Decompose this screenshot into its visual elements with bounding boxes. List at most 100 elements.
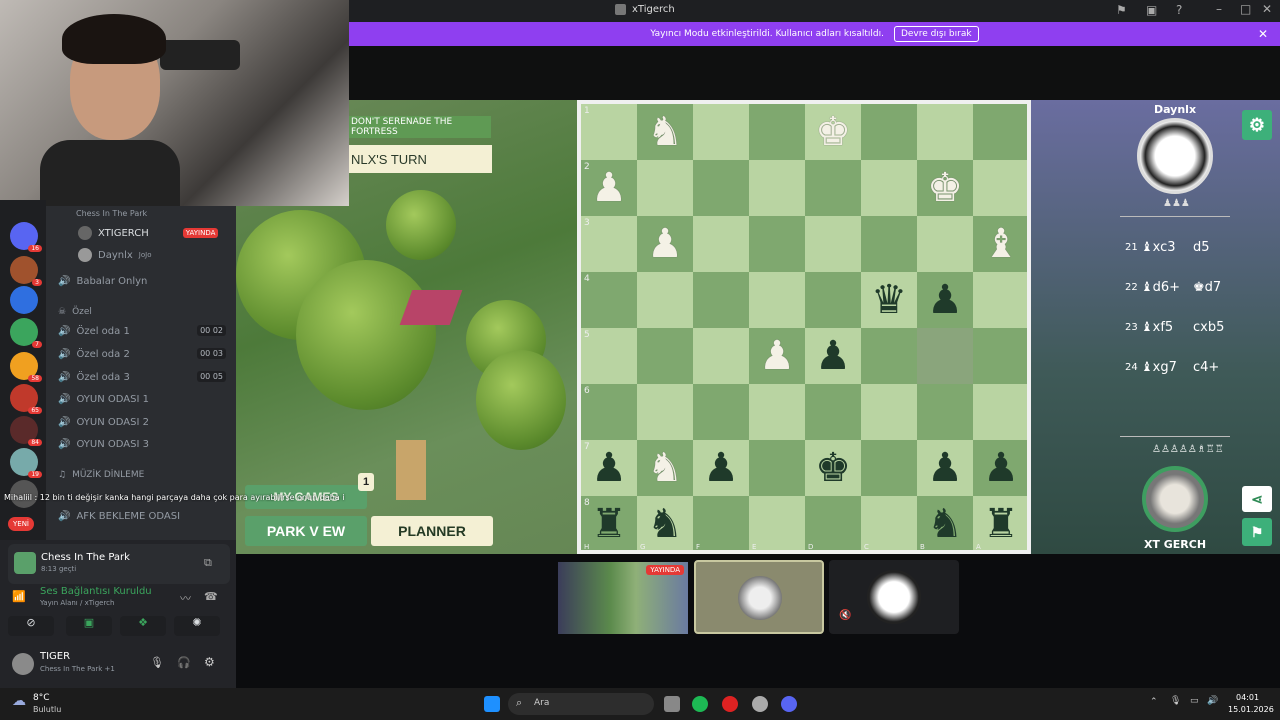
board-square[interactable]: G ♞ (637, 496, 693, 550)
server-icon[interactable]: 16 (10, 222, 42, 252)
board-square[interactable]: ♚ (805, 440, 861, 496)
popout-icon[interactable]: ⧉ (204, 556, 212, 570)
voice-channel[interactable]: 🔊 Özel oda 3 (58, 368, 130, 386)
board-square[interactable] (693, 160, 749, 216)
black-pawn-piece[interactable]: ♟ (703, 448, 739, 488)
stream-thumbnail[interactable]: YAYINDA (558, 562, 688, 634)
white-knight-piece[interactable]: ♞ (647, 112, 683, 152)
board-square[interactable] (917, 384, 973, 440)
board-square[interactable]: ♞ (637, 104, 693, 160)
help-icon[interactable]: ? (1176, 3, 1182, 17)
board-square[interactable]: A ♜ (973, 496, 1027, 550)
board-square[interactable]: ♚ (917, 160, 973, 216)
voice-channel[interactable]: 🔊 Babalar Onlyn (58, 272, 147, 290)
board-square[interactable] (973, 384, 1027, 440)
voice-channel[interactable]: 🔊 Özel oda 2 (58, 345, 130, 363)
board-square[interactable] (861, 104, 917, 160)
board-square[interactable] (749, 272, 805, 328)
white-pawn-piece[interactable]: ♟ (759, 336, 795, 376)
server-icon[interactable]: 3 (10, 256, 42, 286)
board-square[interactable]: 6 (581, 384, 637, 440)
server-icon[interactable]: 84 (10, 416, 42, 446)
settings-icon[interactable]: ⚙ (1242, 110, 1272, 140)
black-knight-piece[interactable]: ♞ (927, 504, 963, 544)
maximize-button[interactable]: □ (1240, 2, 1251, 16)
discord-icon[interactable] (781, 696, 797, 712)
white-pawn-piece[interactable]: ♟ (647, 224, 683, 264)
board-square[interactable]: 4 (581, 272, 637, 328)
board-square[interactable]: ♟ (637, 216, 693, 272)
board-square[interactable]: ♟ (917, 440, 973, 496)
weather-temp[interactable]: 8°C (33, 693, 50, 703)
board-square[interactable]: B ♞ (917, 496, 973, 550)
board-square[interactable]: 2 ♟ (581, 160, 637, 216)
black-knight-piece[interactable]: ♞ (647, 504, 683, 544)
board-square[interactable] (861, 160, 917, 216)
volume-icon[interactable]: 🔊 (1207, 696, 1218, 706)
gear-icon[interactable]: ⚙ (204, 655, 215, 669)
board-square[interactable] (637, 328, 693, 384)
board-square[interactable]: 5 (581, 328, 637, 384)
board-square[interactable]: ♝ (973, 216, 1027, 272)
disconnect-icon[interactable]: ☎ (204, 590, 218, 603)
spotify-icon[interactable] (692, 696, 708, 712)
opera-icon[interactable] (722, 696, 738, 712)
board-square[interactable] (805, 216, 861, 272)
board-square[interactable] (749, 216, 805, 272)
headphones-icon[interactable]: 🎧 (177, 656, 191, 669)
white-bishop-piece[interactable]: ♝ (983, 224, 1019, 264)
board-square[interactable] (861, 440, 917, 496)
board-square[interactable]: ♟ (805, 328, 861, 384)
board-square[interactable]: 1 (581, 104, 637, 160)
white-king-piece[interactable]: ♚ (815, 112, 851, 152)
server-icon[interactable]: 58 (10, 352, 42, 382)
board-square[interactable]: ♛ (861, 272, 917, 328)
board-square[interactable] (917, 104, 973, 160)
board-square[interactable]: 7 ♟ (581, 440, 637, 496)
activities-icon[interactable]: ❖ (120, 616, 166, 636)
banner-close-icon[interactable]: ✕ (1258, 27, 1268, 41)
disable-streamer-mode-button[interactable]: Devre dışı bırak (893, 26, 979, 42)
minimize-button[interactable]: – (1216, 2, 1222, 16)
board-square[interactable] (917, 216, 973, 272)
screenshare-icon[interactable]: ▣ (66, 616, 112, 636)
board-grid[interactable]: 1 ♞ ♚ 2 ♟ ♚ 3 ♟ ♝ 4 ♛ ♟ 5 ♟ ♟ 6 7 ♟ ♞ ♟ ♚ ♟ ♟ 8 H ♜ G ♞ F E D C B ♞ A ♜ (581, 104, 1027, 550)
mic-icon[interactable]: 🎙 (150, 656, 164, 669)
board-square[interactable]: 3 (581, 216, 637, 272)
inbox-icon[interactable]: ⚑ (1116, 3, 1127, 17)
weather-icon[interactable]: ☁ (12, 693, 26, 709)
black-pawn-piece[interactable]: ♟ (983, 448, 1019, 488)
voice-channel[interactable]: 🔊 OYUN ODASI 1 (58, 390, 149, 408)
server-icon[interactable]: 65 (10, 384, 42, 414)
voice-channel[interactable]: 🔊 OYUN ODASI 3 (58, 435, 149, 453)
server-icon[interactable] (10, 286, 38, 314)
board-square[interactable] (805, 160, 861, 216)
board-square[interactable] (973, 328, 1027, 384)
server-icon[interactable]: 7 (10, 318, 42, 348)
board-square[interactable]: E (749, 496, 805, 550)
taskview-icon[interactable] (664, 696, 680, 712)
board-square[interactable] (917, 328, 973, 384)
board-square[interactable]: 8 H ♜ (581, 496, 637, 550)
voice-user[interactable]: Daynlx JoJo (78, 246, 151, 264)
board-square[interactable] (637, 160, 693, 216)
board-square[interactable]: ♟ (749, 328, 805, 384)
category-header[interactable]: ♫ MÜZİK DİNLEME (58, 466, 144, 484)
board-square[interactable] (693, 272, 749, 328)
user-tile[interactable]: 🔇 (829, 560, 959, 634)
planner-button[interactable]: PLANNER (371, 516, 493, 546)
board-square[interactable] (749, 384, 805, 440)
board-square[interactable]: C (861, 496, 917, 550)
close-button[interactable]: ✕ (1262, 2, 1272, 16)
black-rook-piece[interactable]: ♜ (983, 504, 1019, 544)
board-square[interactable] (693, 104, 749, 160)
board-square[interactable] (805, 272, 861, 328)
voice-user[interactable]: XTIGERCH YAYINDA (78, 224, 219, 242)
board-square[interactable] (749, 440, 805, 496)
board-square[interactable] (973, 160, 1027, 216)
board-square[interactable] (693, 328, 749, 384)
share-icon[interactable]: ⋖ (1242, 486, 1272, 512)
chevron-up-icon[interactable]: ⌃ (1150, 697, 1158, 707)
board-square[interactable] (637, 384, 693, 440)
board-square[interactable] (973, 104, 1027, 160)
